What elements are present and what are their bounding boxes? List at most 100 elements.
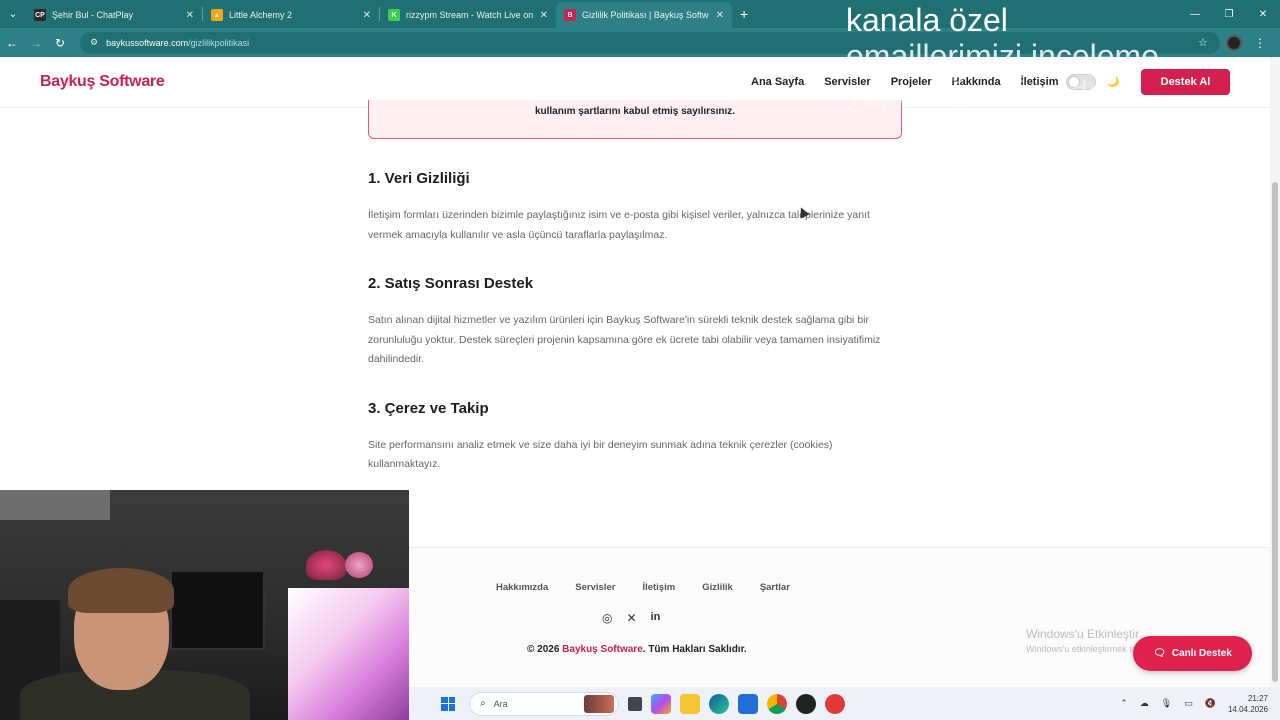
policy-section: 1. Veri Gizliliği İletişim formları üzer…: [368, 170, 898, 245]
webcam-pc-case: [288, 588, 409, 720]
webcam-window-light: [0, 490, 110, 520]
nav-projects[interactable]: Projeler: [891, 76, 932, 88]
site-logo[interactable]: Baykuş Software: [40, 73, 165, 91]
tray-chevron-icon[interactable]: ⌃: [1120, 698, 1128, 709]
moon-icon: 🌙: [1107, 76, 1120, 88]
policy-section: 2. Satış Sonrası Destek Satın alınan dij…: [368, 275, 898, 370]
webcam-lamp-small: [345, 552, 373, 578]
webcam-feed: [0, 490, 409, 720]
close-tab-icon[interactable]: ✕: [186, 10, 194, 21]
window-controls: — ❐ ✕: [1178, 0, 1280, 28]
tab-little-alchemy[interactable]: ▲ Little Alchemy 2 ✕: [203, 2, 379, 28]
bookmark-star-icon[interactable]: ☆: [1198, 36, 1208, 49]
store-icon[interactable]: [738, 693, 758, 714]
section-title: 2. Satış Sonrası Destek: [368, 275, 534, 292]
page-scrollbar[interactable]: [1270, 57, 1280, 687]
nav-contact[interactable]: İletişim: [1021, 76, 1059, 88]
footer-link-privacy[interactable]: Gizlilik: [702, 582, 733, 593]
clock-date: 14.04.2026: [1227, 704, 1268, 714]
tab-privacy-policy[interactable]: B Gizlilik Politikası | Baykuş Softw ✕: [556, 2, 732, 28]
scrollbar-thumb[interactable]: [1272, 182, 1278, 682]
tab-title: Little Alchemy 2: [229, 10, 293, 20]
minimize-icon[interactable]: —: [1178, 0, 1212, 28]
instagram-icon[interactable]: ◎: [602, 611, 612, 625]
tab-title: rizzypm Stream - Watch Live on: [406, 10, 534, 20]
copilot-icon[interactable]: [651, 693, 671, 714]
taskbar-search-placeholder: Ara: [493, 698, 508, 709]
copyright-brand[interactable]: Baykuş Software: [562, 644, 643, 655]
webcam-person-hair: [68, 568, 174, 613]
footer-link-terms[interactable]: Şartlar: [760, 582, 790, 593]
chrome-icon[interactable]: [767, 693, 787, 714]
webcam-monitor: [170, 570, 265, 650]
policy-section: 3. Çerez ve Takip Site performansını ana…: [368, 400, 898, 475]
footer-link-about[interactable]: Hakkımızda: [496, 582, 548, 593]
recorder-app-icon[interactable]: [825, 693, 845, 714]
copyright: © 2026 Baykuş Software. Tüm Hakları Sakl…: [527, 644, 747, 655]
clock-time: 21:27: [1247, 693, 1268, 703]
x-icon[interactable]: ✕: [626, 611, 636, 625]
section-title: 3. Çerez ve Takip: [368, 399, 489, 417]
browser-toolbar: ← → ↻ ⚙ baykussoftware.com/gizlilikpolit…: [0, 28, 1280, 57]
file-explorer-icon[interactable]: [680, 693, 700, 714]
browser-menu-icon[interactable]: ⋮: [1254, 36, 1266, 50]
close-window-icon[interactable]: ✕: [1246, 0, 1280, 28]
windows-start-icon[interactable]: [441, 696, 455, 711]
section-body: Site performansını analiz etmek ve size …: [368, 438, 833, 471]
footer-link-contact[interactable]: İletişim: [642, 582, 675, 593]
tab-chatplay[interactable]: CP Şehir Bul - ChatPlay ✕: [26, 2, 202, 28]
url-domain: baykussoftware.com: [106, 37, 189, 48]
close-tab-icon[interactable]: ✕: [363, 10, 371, 21]
chat-bubble-icon: 🗨: [1153, 648, 1166, 659]
footer-link-services[interactable]: Servisler: [575, 582, 615, 593]
linkedin-icon[interactable]: in: [651, 611, 661, 625]
kick-favicon-icon: K: [388, 9, 400, 21]
address-bar[interactable]: ⚙ baykussoftware.com/gizlilikpolitikasi …: [80, 31, 1220, 54]
close-tab-icon[interactable]: ✕: [716, 10, 724, 21]
url-path: /gizlilikpolitikasi: [188, 37, 250, 48]
tab-title: Gizlilik Politikası | Baykuş Softw: [582, 10, 709, 20]
tray-volume-icon[interactable]: 🔇: [1205, 698, 1216, 709]
edge-icon[interactable]: [709, 693, 729, 714]
nav-home[interactable]: Ana Sayfa: [751, 76, 804, 88]
tray-network-icon[interactable]: ▭: [1184, 698, 1193, 709]
github-icon[interactable]: [796, 693, 816, 714]
nav-services[interactable]: Servisler: [824, 76, 870, 88]
tab-search-menu-icon[interactable]: ⌄: [0, 0, 26, 28]
tab-kick-stream[interactable]: K rizzypm Stream - Watch Live on ✕: [380, 2, 556, 28]
copyright-prefix: © 2026: [527, 644, 563, 655]
close-tab-icon[interactable]: ✕: [540, 10, 548, 21]
section-title: 1. Veri Gizliliği: [368, 170, 470, 187]
tray-mic-icon[interactable]: 🎙: [1161, 698, 1172, 709]
taskbar-clock[interactable]: 21:27 14.04.2026: [1228, 693, 1268, 715]
tab-title: Şehir Bul - ChatPlay: [52, 10, 134, 20]
live-support-button[interactable]: 🗨 Canlı Destek: [1133, 636, 1252, 671]
footer-links: Hakkımızda Servisler İletişim Gizlilik Ş…: [496, 582, 790, 593]
taskbar-search[interactable]: ⌕ Ara: [469, 691, 619, 716]
reload-icon[interactable]: ↻: [48, 36, 72, 50]
live-support-label: Canlı Destek: [1171, 648, 1232, 659]
little-alchemy-favicon-icon: ▲: [211, 9, 223, 21]
profile-avatar[interactable]: [1226, 34, 1242, 51]
social-links: ◎ ✕ in: [602, 611, 660, 625]
get-support-button[interactable]: Destek Al: [1141, 69, 1230, 95]
system-tray: ⌃ ☁ 🎙 ▭ 🔇 21:27 14.04.2026: [1120, 687, 1280, 720]
section-body: Satın alınan dijital hizmetler ve yazılı…: [368, 314, 881, 365]
new-tab-plus-icon[interactable]: +: [740, 6, 748, 22]
chatplay-favicon-icon: CP: [34, 9, 46, 21]
tray-cloud-icon[interactable]: ☁: [1140, 698, 1149, 709]
back-arrow-icon[interactable]: ←: [0, 36, 24, 50]
policy-content: 1. Veri Gizliliği İletişim formları üzer…: [368, 170, 898, 505]
forward-arrow-icon[interactable]: →: [24, 36, 48, 50]
theme-toggle[interactable]: [1066, 74, 1096, 90]
webcam-lamp: [306, 550, 346, 580]
search-icon: ⌕: [480, 698, 486, 709]
copyright-suffix: . Tüm Hakları Saklıdır.: [642, 644, 747, 655]
maximize-icon[interactable]: ❐: [1212, 0, 1246, 28]
baykus-favicon-icon: B: [564, 9, 576, 21]
nav-about[interactable]: Hakkında: [952, 76, 1001, 88]
browser-tab-bar: ⌄ CP Şehir Bul - ChatPlay ✕ ▲ Little Alc…: [0, 0, 1280, 28]
main-nav: Ana Sayfa Servisler Projeler Hakkında İl…: [751, 76, 1058, 88]
site-info-icon[interactable]: ⚙: [90, 37, 98, 48]
task-view-icon[interactable]: [628, 696, 642, 711]
